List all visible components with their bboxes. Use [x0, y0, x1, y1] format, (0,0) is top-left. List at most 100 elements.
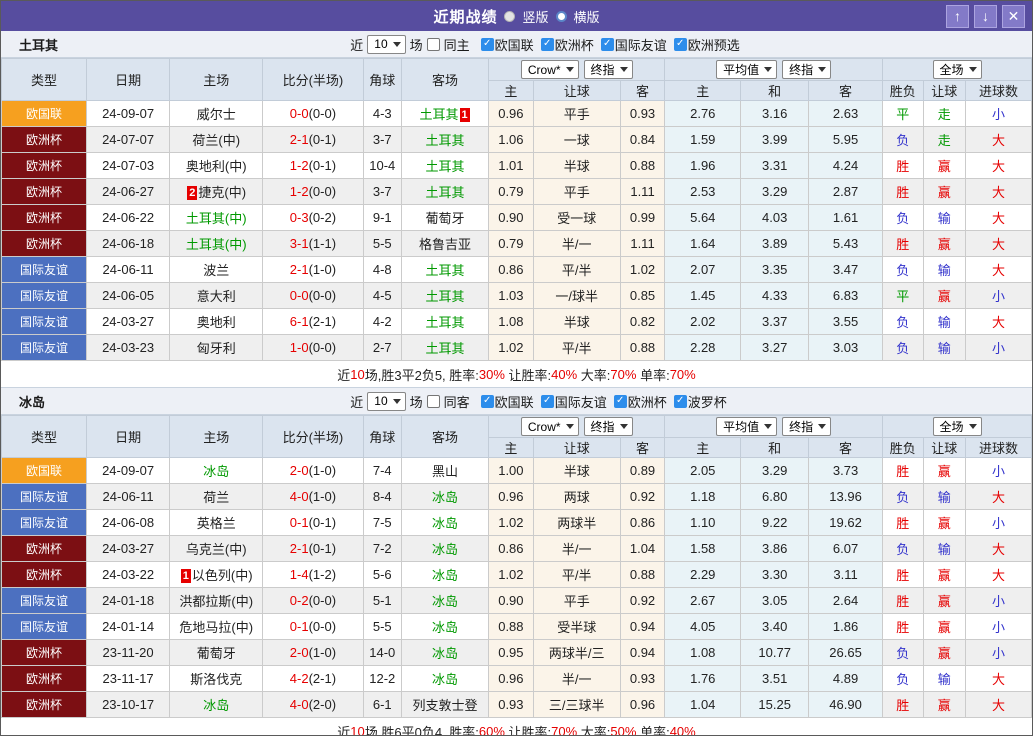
cell-odds-handicap: 两球: [533, 484, 620, 510]
cell-result-handicap: 输: [923, 666, 966, 692]
odds-time-select[interactable]: 终指: [584, 60, 633, 79]
vertical-layout-radio[interactable]: [504, 11, 515, 22]
table-row: 国际友谊24-01-14危地马拉(中)0-1(0-0)5-5冰岛0.88受半球0…: [2, 614, 1032, 640]
chevron-down-icon: [393, 42, 401, 47]
horizontal-layout-radio[interactable]: [556, 11, 567, 22]
cell-avg-draw: 3.86: [741, 536, 809, 562]
cell-avg-away: 46.90: [809, 692, 883, 718]
cell-result-outcome: 负: [883, 640, 924, 666]
cell-type: 国际友谊: [2, 335, 87, 361]
cell-score: 6-1(2-1): [263, 309, 363, 335]
period-select[interactable]: 全场: [933, 417, 982, 436]
average-time-select[interactable]: 终指: [782, 417, 831, 436]
cell-result-goals: 小: [966, 640, 1032, 666]
halftime-score: (1-0): [309, 645, 336, 660]
recent-count-select[interactable]: 10: [367, 392, 405, 411]
cell-odds-away: 0.93: [620, 101, 665, 127]
cell-score: 1-4(1-2): [263, 562, 363, 588]
cell-home: 冰岛: [170, 692, 263, 718]
competition-checkbox[interactable]: ✓: [674, 395, 687, 408]
competition-checkbox[interactable]: ✓: [541, 395, 554, 408]
col-header-date: 日期: [87, 416, 170, 458]
cell-avg-draw: 3.27: [741, 335, 809, 361]
cell-score: 2-0(1-0): [263, 640, 363, 666]
cell-result-goals: 大: [966, 692, 1032, 718]
col-header-away: 客场: [402, 59, 489, 101]
cell-home: 葡萄牙: [170, 640, 263, 666]
col-header-avg-away: 客: [809, 81, 883, 101]
average-select[interactable]: 平均值: [716, 60, 777, 79]
table-row: 欧洲杯24-07-07荷兰(中)2-1(0-1)3-7土耳其1.06一球0.84…: [2, 127, 1032, 153]
filter-controls: 近 10 场 同主 ✓欧国联✓欧洲杯✓国际友谊✓欧洲预选: [58, 35, 1032, 54]
cell-corner: 4-8: [363, 257, 401, 283]
cell-odds-home: 0.90: [489, 588, 534, 614]
period-select[interactable]: 全场: [933, 60, 982, 79]
chevron-down-icon: [764, 424, 772, 429]
fulltime-score: 1-0: [290, 340, 309, 355]
cell-avg-draw: 3.16: [741, 101, 809, 127]
cell-corner: 8-4: [363, 484, 401, 510]
odds-time-select[interactable]: 终指: [584, 417, 633, 436]
summary-segment: 50%: [610, 724, 636, 736]
competition-checkbox[interactable]: ✓: [481, 395, 494, 408]
cell-type: 欧洲杯: [2, 640, 87, 666]
cell-score: 2-1(0-1): [263, 536, 363, 562]
fulltime-score: 6-1: [290, 314, 309, 329]
recent-count-select[interactable]: 10: [367, 35, 405, 54]
cell-avg-away: 4.89: [809, 666, 883, 692]
cell-away: 冰岛: [402, 614, 489, 640]
bookmaker-select[interactable]: Crow*: [521, 417, 579, 436]
table-row: 国际友谊24-01-18洪都拉斯(中)0-2(0-0)5-1冰岛0.90平手0.…: [2, 588, 1032, 614]
cell-type: 国际友谊: [2, 283, 87, 309]
move-down-button[interactable]: ↓: [974, 5, 997, 28]
table-row: 欧洲杯24-06-272捷克(中)1-2(0-0)3-7土耳其0.79平手1.1…: [2, 179, 1032, 205]
table-row: 国际友谊24-06-05意大利0-0(0-0)4-5土耳其1.03一/球半0.8…: [2, 283, 1032, 309]
cell-avg-away: 5.95: [809, 127, 883, 153]
bookmaker-select[interactable]: Crow*: [521, 60, 579, 79]
cell-avg-home: 2.07: [665, 257, 741, 283]
cell-home: 斯洛伐克: [170, 666, 263, 692]
cell-avg-away: 19.62: [809, 510, 883, 536]
cell-avg-draw: 3.35: [741, 257, 809, 283]
halftime-score: (1-1): [309, 236, 336, 251]
cell-home: 匈牙利: [170, 335, 263, 361]
cell-avg-draw: 3.05: [741, 588, 809, 614]
average-time-select[interactable]: 终指: [782, 60, 831, 79]
cell-score: 2-0(1-0): [263, 458, 363, 484]
cell-away: 列支敦士登: [402, 692, 489, 718]
col-header-score: 比分(半场): [263, 416, 363, 458]
recent-results-window: 近期战绩 竖版 横版 ↑ ↓ ✕ 土耳其 近 10 场 同主 ✓欧国联✓欧洲杯✓…: [0, 0, 1033, 736]
chevron-down-icon: [566, 424, 574, 429]
fulltime-score: 2-1: [290, 262, 309, 277]
cell-odds-home: 1.02: [489, 335, 534, 361]
move-up-button[interactable]: ↑: [946, 5, 969, 28]
competition-checkbox[interactable]: ✓: [541, 38, 554, 51]
summary-segment: 10: [350, 724, 364, 736]
cell-away: 冰岛: [402, 666, 489, 692]
competition-checkbox[interactable]: ✓: [601, 38, 614, 51]
col-header-corner: 角球: [363, 59, 401, 101]
same-venue-checkbox[interactable]: [427, 38, 440, 51]
cell-result-outcome: 胜: [883, 562, 924, 588]
same-venue-checkbox[interactable]: [427, 395, 440, 408]
competition-checkbox[interactable]: ✓: [481, 38, 494, 51]
competition-checkbox[interactable]: ✓: [614, 395, 627, 408]
cell-odds-home: 1.02: [489, 562, 534, 588]
fulltime-score: 2-1: [290, 541, 309, 556]
titlebar: 近期战绩 竖版 横版 ↑ ↓ ✕: [1, 1, 1032, 31]
cell-avg-draw: 4.03: [741, 205, 809, 231]
halftime-score: (2-0): [309, 697, 336, 712]
summary-line: 近10场,胜3平2负5, 胜率:30% 让胜率:40% 大率:70% 单率:70…: [1, 361, 1032, 388]
cell-type: 国际友谊: [2, 484, 87, 510]
cell-away: 土耳其: [402, 153, 489, 179]
competition-label: 欧洲杯: [628, 392, 667, 411]
cell-home: 荷兰(中): [170, 127, 263, 153]
close-button[interactable]: ✕: [1002, 5, 1025, 28]
col-header-odds-away: 客: [620, 438, 665, 458]
average-select[interactable]: 平均值: [716, 417, 777, 436]
cell-odds-away: 0.93: [620, 666, 665, 692]
team-name-text: 荷兰: [203, 490, 229, 505]
team-name-text: 土耳其(中): [186, 237, 247, 252]
competition-checkbox[interactable]: ✓: [674, 38, 687, 51]
cell-result-outcome: 胜: [883, 614, 924, 640]
